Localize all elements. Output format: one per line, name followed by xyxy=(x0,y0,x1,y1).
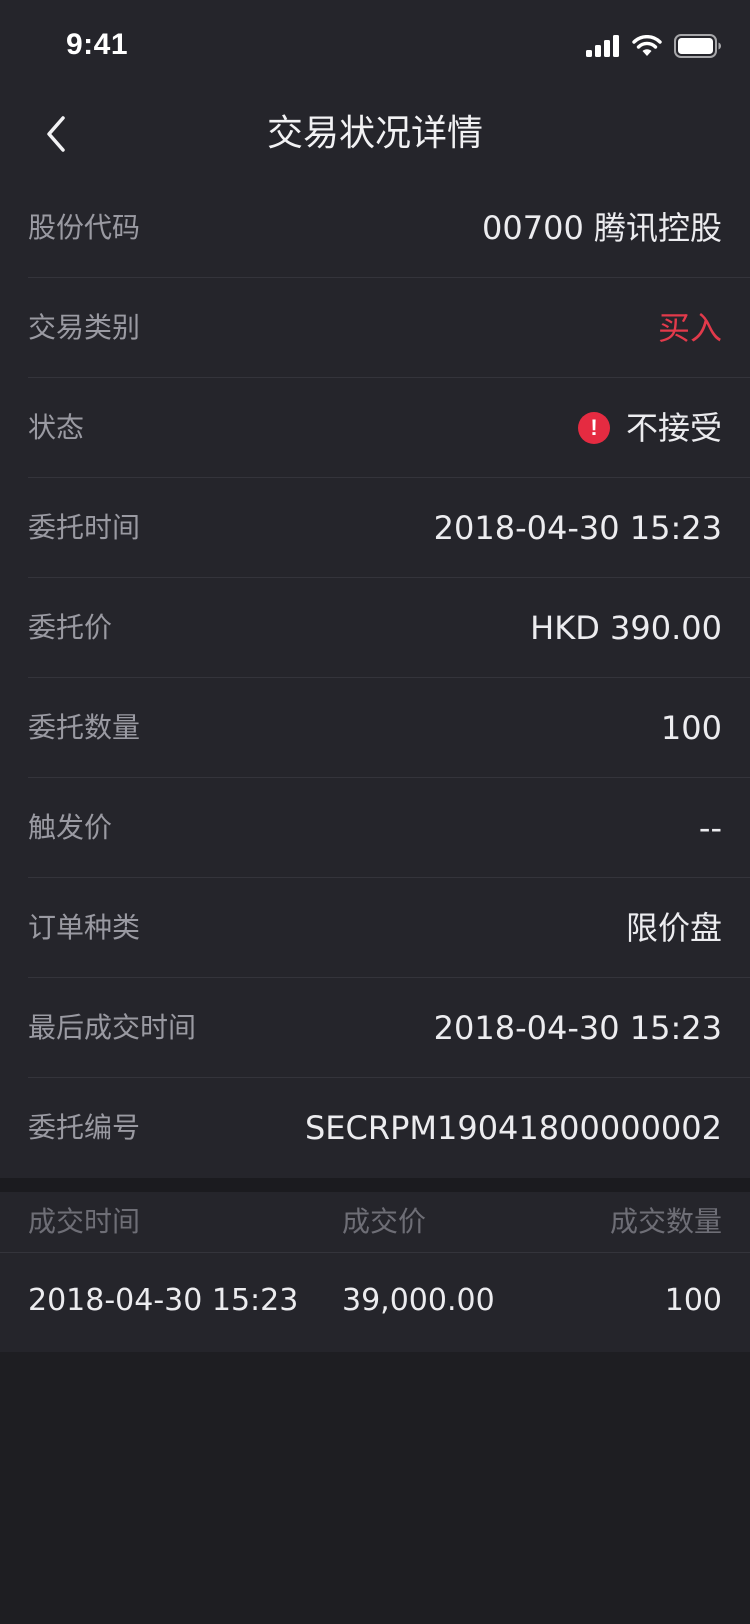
detail-row-order-quantity: 委托数量 100 xyxy=(0,678,750,778)
status-value: 不接受 xyxy=(625,409,722,447)
fills-table: 成交时间 成交价 成交数量 2018-04-30 15:23 39,000.00… xyxy=(0,1192,750,1352)
status-time: 9:41 xyxy=(66,28,129,61)
wifi-icon xyxy=(632,35,662,56)
detail-label: 状态 xyxy=(28,411,85,444)
detail-label: 订单种类 xyxy=(28,911,141,944)
detail-label: 委托价 xyxy=(28,611,113,644)
detail-row-trade-type: 交易类别 买入 xyxy=(0,278,750,378)
detail-row-last-fill-time: 最后成交时间 2018-04-30 15:23 xyxy=(0,978,750,1078)
detail-label: 触发价 xyxy=(28,811,113,844)
detail-value: HKD 390.00 xyxy=(530,609,722,647)
detail-value: 100 xyxy=(660,709,722,747)
fill-price-cell: 39,000.00 xyxy=(342,1283,495,1318)
detail-value: 2018-04-30 15:23 xyxy=(433,509,722,547)
detail-value: 限价盘 xyxy=(625,909,722,947)
detail-value: SECRPM19041800000002 xyxy=(304,1109,722,1147)
detail-row-order-number: 委托编号 SECRPM19041800000002 xyxy=(0,1078,750,1178)
detail-value: 00700 腾讯控股 xyxy=(482,209,722,247)
table-row: 2018-04-30 15:23 39,000.00 100 xyxy=(0,1253,750,1352)
detail-label: 委托时间 xyxy=(28,511,141,544)
order-details-list: 股份代码 00700 腾讯控股 交易类别 买入 状态 ! 不接受 委托时间 20… xyxy=(0,178,750,1178)
detail-label: 委托编号 xyxy=(28,1111,141,1144)
status-icons xyxy=(586,30,722,62)
battery-icon xyxy=(674,34,721,58)
column-header-fill-quantity: 成交数量 xyxy=(609,1205,722,1238)
detail-row-stock-code: 股份代码 00700 腾讯控股 xyxy=(0,178,750,278)
fills-table-header: 成交时间 成交价 成交数量 xyxy=(0,1192,750,1253)
detail-label: 最后成交时间 xyxy=(28,1011,197,1044)
detail-value: 2018-04-30 15:23 xyxy=(433,1009,722,1047)
signal-icon xyxy=(586,35,619,57)
detail-label: 委托数量 xyxy=(28,711,141,744)
section-divider xyxy=(0,1178,750,1192)
detail-row-order-price: 委托价 HKD 390.00 xyxy=(0,578,750,678)
detail-label: 股份代码 xyxy=(28,211,141,244)
detail-row-status: 状态 ! 不接受 xyxy=(0,378,750,478)
fill-time-cell: 2018-04-30 15:23 xyxy=(28,1283,299,1318)
nav-bar: 交易状况详情 xyxy=(0,90,750,178)
detail-row-order-time: 委托时间 2018-04-30 15:23 xyxy=(0,478,750,578)
trade-type-value: 买入 xyxy=(657,309,722,347)
column-header-fill-time: 成交时间 xyxy=(28,1205,141,1238)
detail-row-order-type: 订单种类 限价盘 xyxy=(0,878,750,978)
page-title: 交易状况详情 xyxy=(266,113,483,154)
fill-quantity-cell: 100 xyxy=(664,1283,722,1318)
alert-circle-icon: ! xyxy=(577,412,610,444)
status-bar: 9:41 xyxy=(0,0,750,90)
status-value-group: ! 不接受 xyxy=(577,378,722,478)
detail-label: 交易类别 xyxy=(28,311,141,344)
detail-value: -- xyxy=(698,809,722,847)
detail-row-trigger-price: 触发价 -- xyxy=(0,778,750,878)
column-header-fill-price: 成交价 xyxy=(342,1205,427,1238)
